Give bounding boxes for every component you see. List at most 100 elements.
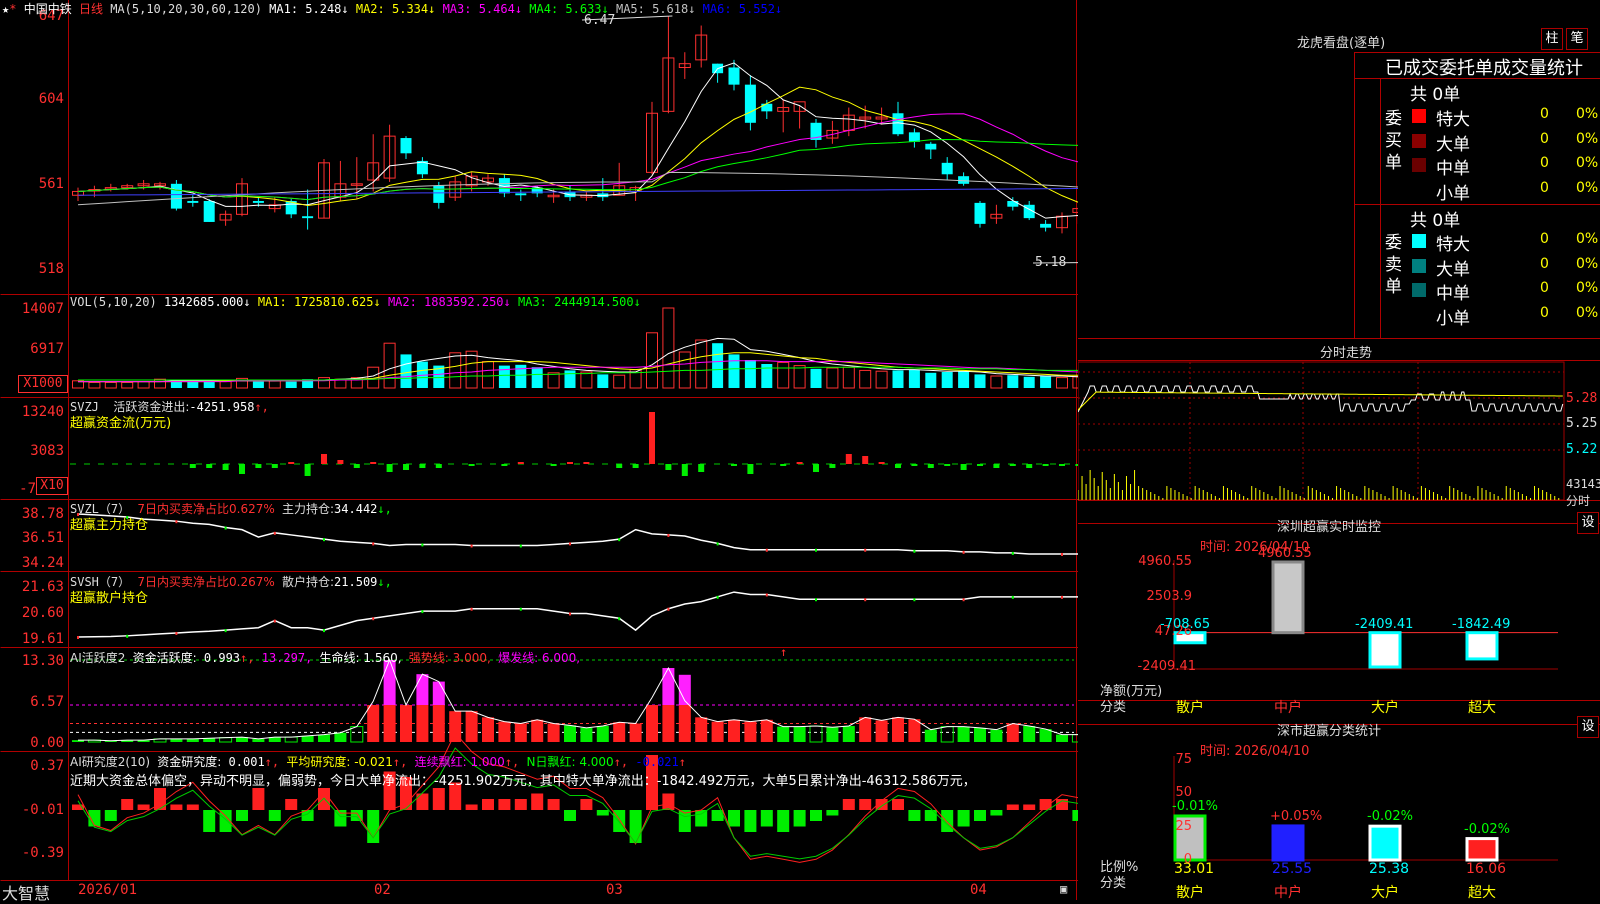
- ma-readout-6: MA6:: [702, 2, 732, 16]
- ai-active-bar: [367, 705, 380, 742]
- ai-research-y-tick-1: 0.37: [30, 758, 64, 774]
- candle-body: [170, 183, 182, 209]
- ai-active-bar: [629, 723, 642, 742]
- ai-research-header: AI研究度2(10) 资金研究度: 0.001↑, 平均研究度: -0.021↑…: [70, 755, 686, 769]
- stock-name[interactable]: 中国中铁: [24, 2, 72, 16]
- ai-active-bar: [465, 711, 478, 742]
- candle-body: [761, 103, 773, 112]
- sell-row-swatch-2: [1412, 283, 1426, 297]
- svzj-bar: [927, 464, 934, 468]
- ai-research-bar: [990, 810, 1003, 816]
- ai-research-bar: [596, 810, 609, 816]
- ma-readout-2: MA2:: [355, 2, 385, 16]
- svzl-line-dot: [519, 544, 522, 548]
- ai-active-bar: [318, 734, 330, 742]
- candle-body: [941, 162, 953, 175]
- svzj-bar: [353, 464, 360, 468]
- vol-bar: [974, 374, 986, 388]
- ai-research-bar: [924, 810, 937, 821]
- vol-ma2: MA2: 1883592.250↓: [387, 295, 511, 309]
- vol-bar: [121, 381, 134, 389]
- timeline-tick-1: 5.28: [1566, 391, 1598, 406]
- svzj-bar: [944, 464, 951, 466]
- bar-view-button[interactable]: 柱: [1541, 28, 1563, 50]
- lock-icon[interactable]: ▣: [1060, 882, 1067, 896]
- svsh-line-dot: [175, 631, 178, 635]
- svsh-line-dot: [421, 610, 424, 614]
- ai-research-bar: [170, 804, 183, 810]
- class-y-tick-1: 50: [1175, 785, 1192, 800]
- ai-activity-arrow: ↑,: [240, 651, 255, 665]
- ai-research-bar: [728, 810, 740, 827]
- svsh-line-dot: [667, 607, 670, 611]
- ai-research-last: -0.021: [635, 755, 679, 769]
- monitor-settings-button[interactable]: 设: [1577, 512, 1599, 534]
- svzl-line-dot: [1011, 551, 1014, 555]
- vol-bar: [744, 360, 756, 388]
- svzj-bar: [189, 464, 196, 468]
- candle-body: [515, 193, 527, 196]
- ai-research-bar: [285, 799, 298, 810]
- candle-body: [187, 200, 199, 203]
- ai-active-marker: ↑: [780, 645, 787, 659]
- tick-view-button[interactable]: 笔: [1566, 28, 1588, 50]
- ai-active-y-tick-1: 13.30: [21, 653, 64, 669]
- candle-body: [400, 138, 412, 154]
- ai-active-bar: [809, 725, 823, 743]
- svzl-line-dot: [1061, 552, 1063, 556]
- svzj-bar: [386, 464, 393, 472]
- candle-body: [1040, 223, 1052, 228]
- vol-bar: [892, 370, 904, 388]
- ai-research-bar: [121, 799, 134, 810]
- monitor-bar-2: [1368, 631, 1402, 669]
- svzj-bar: [616, 464, 623, 468]
- vol-y-tick-2: 6917: [30, 341, 64, 357]
- monitor-cat-0: 散户: [1176, 700, 1204, 716]
- svsh-y-tick-1: 21.63: [21, 579, 64, 595]
- sell-row-pct-3: 0%: [1576, 304, 1599, 321]
- svzj-y-tick-1: 13240: [21, 404, 64, 420]
- ai-active-bar: [1006, 723, 1019, 742]
- candle-body: [433, 185, 445, 203]
- sell-row-swatch-0: [1412, 234, 1426, 248]
- ai-active-bar: [924, 729, 937, 742]
- ai-active-bar: [793, 726, 806, 742]
- ma-value-2: 5.334↓: [384, 2, 443, 16]
- candle-body: [925, 143, 937, 150]
- svzl-line-dot: [175, 520, 178, 524]
- candle-body: [203, 200, 215, 222]
- svsh-line-dot: [1011, 595, 1014, 599]
- ai-active-bar: [908, 719, 921, 742]
- ai-research-bar: [252, 788, 265, 810]
- period-label[interactable]: 日线: [79, 2, 103, 16]
- ai-research-commentary: 近期大资金总体偏空，异动不明显，偏弱势，今日大单净流出：-4251.902万元，…: [70, 774, 976, 789]
- svzj-subtitle: 超赢资金流(万元): [70, 416, 172, 431]
- sell-row-count-2: 0: [1540, 280, 1549, 296]
- timeline-price-line: [1078, 385, 1564, 413]
- ma-readout-5: MA5:: [615, 2, 645, 16]
- svzl-line-dot: [470, 544, 473, 548]
- class-cat-1: 中户: [1274, 885, 1302, 901]
- svsh-line-dot: [1061, 595, 1063, 599]
- x-tick-mar: 03: [606, 882, 623, 898]
- svzj-value: -4251.958: [189, 400, 255, 414]
- class-settings-button[interactable]: 设: [1577, 716, 1599, 738]
- svsh-arrow: ↓,: [377, 575, 392, 589]
- svzj-bar: [993, 464, 1000, 468]
- monitor-cat-2: 大户: [1371, 700, 1399, 716]
- ai-research-bar: [482, 799, 494, 810]
- svzj-bar: [796, 462, 803, 464]
- svzj-bar: [911, 464, 918, 466]
- svsh-line-dot: [569, 612, 571, 616]
- ai-research-consecutive: 连续飘红: 1.000: [414, 755, 505, 769]
- vol-bar: [268, 380, 281, 389]
- buy-row-count-1: 0: [1540, 130, 1549, 147]
- sell-row-label-1: 大单: [1436, 259, 1470, 280]
- svsh-line-dot: [372, 617, 375, 621]
- buy-row-pct-1: 0%: [1576, 130, 1599, 147]
- svzj-bar: [321, 454, 327, 464]
- ai-research-bar: [236, 810, 248, 821]
- ai-active-bar: [646, 705, 658, 742]
- candle-body: [302, 216, 314, 219]
- buy-total: 共 0单: [1410, 85, 1461, 105]
